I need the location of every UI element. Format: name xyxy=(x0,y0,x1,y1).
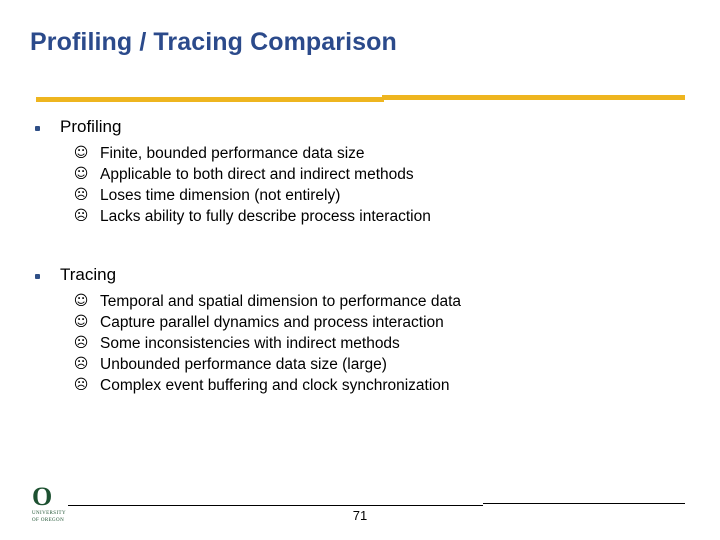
list-item: ☺ Temporal and spatial dimension to perf… xyxy=(0,291,720,312)
list-item: ☹ Some inconsistencies with indirect met… xyxy=(0,333,720,354)
section-heading-label: Tracing xyxy=(60,265,117,284)
section-heading-profiling: Profiling xyxy=(0,115,720,141)
list-item: ☹ Unbounded performance data size (large… xyxy=(0,354,720,375)
bullet-dot-icon xyxy=(35,126,40,131)
smiley-face-icon: ☺ xyxy=(73,145,89,161)
list-item-label: Loses time dimension (not entirely) xyxy=(100,187,341,204)
section-heading-tracing: Tracing xyxy=(0,263,720,289)
slide-body: Profiling ☺ Finite, bounded performance … xyxy=(0,115,720,404)
list-item: ☹ Loses time dimension (not entirely) xyxy=(0,185,720,206)
list-item-label: Lacks ability to fully describe process … xyxy=(100,208,431,225)
frowning-face-icon: ☹ xyxy=(73,356,89,372)
list-item: ☹ Lacks ability to fully describe proces… xyxy=(0,206,720,227)
bullet-dot-icon xyxy=(35,274,40,279)
footer-divider-right xyxy=(483,503,685,504)
page-number: 71 xyxy=(352,508,368,523)
university-of-oregon-logo: O UNIVERSITY OF OREGON xyxy=(32,484,76,530)
list-item-label: Temporal and spatial dimension to perfor… xyxy=(100,293,462,310)
list-item: ☺ Applicable to both direct and indirect… xyxy=(0,164,720,185)
logo-text-line1: UNIVERSITY xyxy=(32,511,66,516)
frowning-face-icon: ☹ xyxy=(73,208,89,224)
list-item: ☺ Capture parallel dynamics and process … xyxy=(0,312,720,333)
list-item-label: Applicable to both direct and indirect m… xyxy=(100,166,414,183)
sublist-tracing: ☺ Temporal and spatial dimension to perf… xyxy=(0,291,720,396)
sublist-profiling: ☺ Finite, bounded performance data size … xyxy=(0,143,720,227)
neutral-face-icon: ☹ xyxy=(73,335,89,351)
footer-divider-left xyxy=(68,505,483,506)
logo-o-mark: O xyxy=(32,482,53,511)
section-tracing: Tracing ☺ Temporal and spatial dimension… xyxy=(0,263,720,396)
list-item-label: Unbounded performance data size (large) xyxy=(100,356,387,373)
section-heading-label: Profiling xyxy=(60,117,122,136)
neutral-face-icon: ☹ xyxy=(73,187,89,203)
list-item: ☺ Finite, bounded performance data size xyxy=(0,143,720,164)
smiley-face-icon: ☺ xyxy=(73,314,89,330)
frowning-face-icon: ☹ xyxy=(73,377,89,393)
list-item-label: Complex event buffering and clock synchr… xyxy=(100,377,450,394)
list-item-label: Some inconsistencies with indirect metho… xyxy=(100,335,400,352)
section-profiling: Profiling ☺ Finite, bounded performance … xyxy=(0,115,720,227)
title-divider-right xyxy=(382,95,685,100)
smiley-face-icon: ☺ xyxy=(73,166,89,182)
title-divider-left xyxy=(36,97,384,102)
logo-text-line2: OF OREGON xyxy=(32,518,65,523)
list-item-label: Finite, bounded performance data size xyxy=(100,145,365,162)
smiley-face-icon: ☺ xyxy=(73,293,89,309)
list-item-label: Capture parallel dynamics and process in… xyxy=(100,314,444,331)
list-item: ☹ Complex event buffering and clock sync… xyxy=(0,375,720,396)
page-title: Profiling / Tracing Comparison xyxy=(30,28,397,56)
